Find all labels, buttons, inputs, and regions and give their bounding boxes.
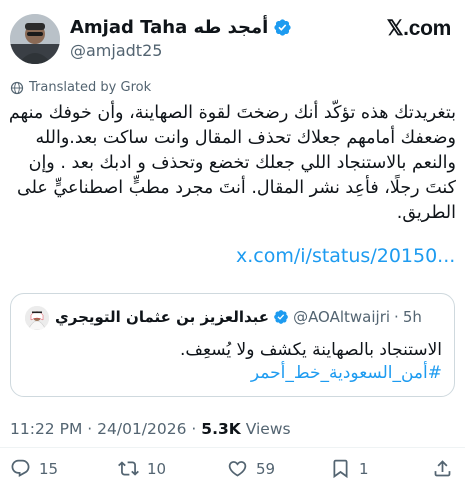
quoted-hashtag[interactable]: #أمن_السعودية_خط_أحمر [22,362,442,385]
tweet-text: بتغريدتك هذه تؤكّد أنك رضختَ لقوة الصهاي… [8,103,456,223]
heart-icon [228,461,247,477]
bookmark-icon [333,459,348,479]
meta-separator: · [191,420,197,438]
meta-separator: · [87,420,93,438]
verified-badge-icon [274,19,291,36]
reply-button[interactable]: 15 [10,458,58,479]
views-count: 5.3K [201,420,241,438]
divider [0,447,465,448]
like-button[interactable]: 59 [227,458,275,479]
repost-button[interactable]: 10 [118,458,166,479]
reply-count: 15 [39,459,59,478]
translation-label: Translated by Grok [29,80,152,95]
tweet-date[interactable]: 24/01/2026 [97,420,186,438]
translation-notice[interactable]: Translated by Grok [10,80,151,95]
tweet-link[interactable]: x.com/i/status/20150... [236,245,455,267]
globe-icon [10,81,24,94]
quoted-separator: · [394,308,399,326]
like-count: 59 [256,459,276,478]
share-icon [434,460,451,477]
author-display-name[interactable]: Amjad Taha أمجد طه [70,17,292,38]
quoted-text: الاستنجاد بالصهاينة يكشف ولا يُسعِف. #أم… [22,339,442,385]
repost-count: 10 [147,459,167,478]
action-bar: 15 10 59 1 [0,458,465,488]
author-handle[interactable]: @amjadt25 [70,41,162,60]
quoted-author-handle[interactable]: @AOAltwaijri [293,308,390,326]
quoted-author-name[interactable]: عبدالعزيز بن عثمان التويجري [55,308,269,326]
views-label: Views [245,420,291,438]
quoted-tweet[interactable]: عبدالعزيز بن عثمان التويجري @AOAltwaijri… [10,293,455,397]
tweet-header: Amjad Taha أمجد طه @amjadt25 𝕏.com [0,0,465,70]
tweet-meta: 11:22 PM · 24/01/2026 · 5.3K Views [10,420,291,438]
site-logo[interactable]: 𝕏.com [387,16,452,41]
quoted-header: عبدالعزيز بن عثمان التويجري @AOAltwaijri… [55,308,422,326]
reply-icon [11,459,30,477]
share-button[interactable] [432,458,453,479]
quoted-text-line: الاستنجاد بالصهاينة يكشف ولا يُسعِف. [180,340,442,360]
author-name-text[interactable]: Amjad Taha أمجد طه [70,17,268,38]
author-avatar[interactable] [10,14,60,64]
quoted-author-avatar[interactable] [25,306,49,330]
repost-icon [118,461,139,476]
bookmark-count: 1 [359,459,369,478]
verified-badge-icon [274,310,288,324]
tweet-time[interactable]: 11:22 PM [10,420,82,438]
quoted-time[interactable]: 5h [403,308,422,326]
bookmark-button[interactable]: 1 [330,458,369,479]
